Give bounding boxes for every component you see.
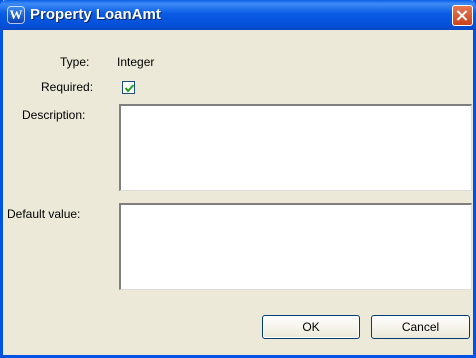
default-value-field[interactable] <box>119 203 472 290</box>
w-logo-icon: W <box>7 6 25 24</box>
title-bar[interactable]: W Property LoanAmt <box>0 0 476 30</box>
cancel-button[interactable]: Cancel <box>371 315 470 339</box>
default-value-label: Default value: <box>7 207 81 221</box>
required-label: Required: <box>41 80 94 94</box>
checkmark-icon <box>124 84 135 93</box>
property-dialog: W Property LoanAmt Type: Integer Require… <box>0 0 476 358</box>
window-title: Property LoanAmt <box>30 6 161 23</box>
type-value: Integer <box>117 55 155 69</box>
description-label: Description: <box>22 108 86 122</box>
type-label: Type: <box>60 55 90 69</box>
ok-button[interactable]: OK <box>262 315 360 339</box>
description-field[interactable] <box>119 104 472 191</box>
close-icon[interactable] <box>452 5 473 26</box>
required-checkbox[interactable] <box>122 81 135 94</box>
